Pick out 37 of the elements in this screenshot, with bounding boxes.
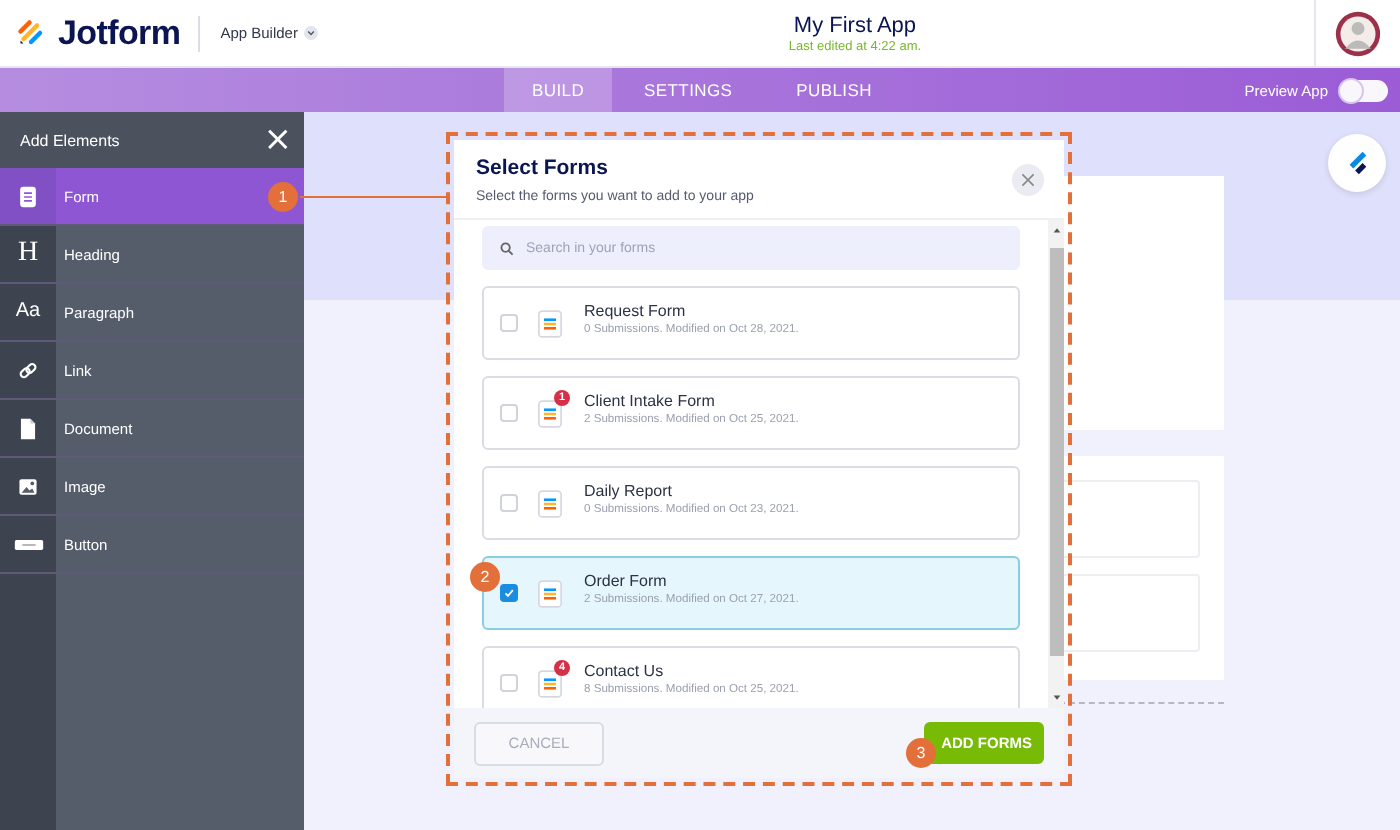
glyph-icon: Aa bbox=[15, 302, 41, 322]
app-title: My First App bbox=[793, 13, 917, 37]
close-button[interactable]: × bbox=[263, 123, 292, 157]
image-icon bbox=[18, 475, 38, 497]
nav-tab[interactable]: PUBLISH bbox=[764, 68, 904, 112]
close-button[interactable] bbox=[1012, 164, 1044, 196]
form-name: Request Form bbox=[584, 302, 688, 320]
close-icon bbox=[1020, 172, 1036, 188]
glyph-icon: H bbox=[17, 240, 39, 268]
form-name: Order Form bbox=[584, 572, 669, 590]
form-name: Client Intake Form bbox=[584, 392, 717, 410]
form-icon bbox=[538, 399, 562, 427]
scrollbar[interactable] bbox=[1048, 220, 1064, 708]
sidebar-title: Add Elements bbox=[20, 131, 120, 149]
scroll-down-icon[interactable] bbox=[1051, 694, 1061, 702]
checkbox[interactable] bbox=[500, 584, 518, 602]
avatar-icon[interactable] bbox=[1333, 9, 1382, 57]
form-name: Contact Us bbox=[584, 662, 666, 680]
chevron-down-icon bbox=[303, 26, 318, 40]
scroll-up-icon[interactable] bbox=[1051, 226, 1061, 234]
logo-icon bbox=[16, 18, 46, 48]
app-logo-button[interactable] bbox=[1328, 134, 1386, 192]
search-icon bbox=[500, 242, 514, 256]
dialog-title: Select Forms bbox=[476, 156, 610, 180]
link-icon bbox=[18, 359, 38, 381]
preview-toggle[interactable] bbox=[1340, 79, 1388, 101]
brand-name: Jotform bbox=[58, 13, 181, 53]
form-icon bbox=[538, 669, 562, 697]
button-icon bbox=[13, 537, 43, 551]
document-icon bbox=[18, 417, 38, 439]
form-icon bbox=[538, 309, 562, 337]
form-icon bbox=[538, 489, 562, 517]
form-name: Daily Report bbox=[584, 482, 675, 500]
form-icon bbox=[538, 579, 562, 607]
logo-icon bbox=[1344, 150, 1370, 176]
form-icon bbox=[18, 185, 38, 207]
nav-tab[interactable]: SETTINGS bbox=[612, 68, 765, 112]
